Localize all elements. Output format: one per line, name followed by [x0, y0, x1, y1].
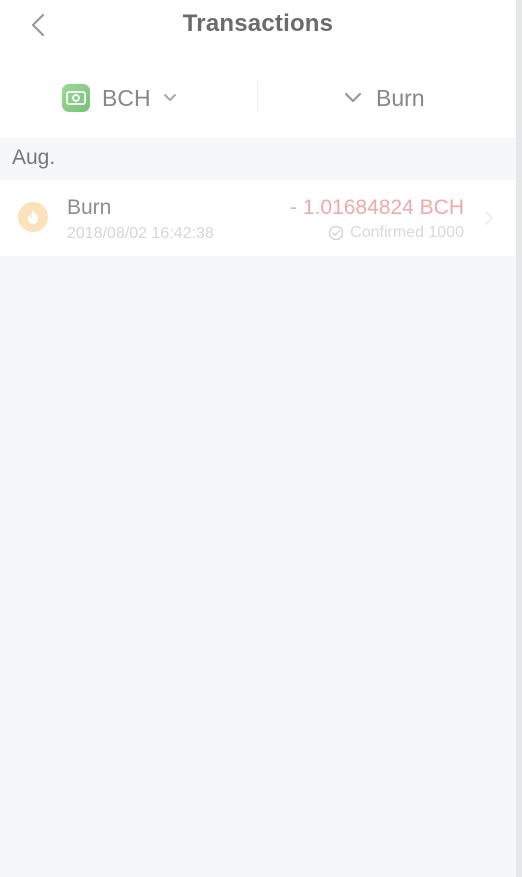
chevron-down-icon: [344, 92, 362, 103]
transaction-status-label: Confirmed 1000: [350, 224, 464, 241]
check-circle-icon: [328, 225, 344, 241]
transaction-type: Burn: [67, 196, 112, 219]
type-filter-dropdown[interactable]: Burn: [344, 78, 425, 118]
transaction-row[interactable]: Burn 2018/08/02 16:42:38 - 1.01684824 BC…: [0, 180, 516, 256]
month-section-header: Aug.: [12, 146, 56, 169]
coin-filter-label: BCH: [102, 84, 151, 111]
coin-icon: [62, 84, 90, 112]
transaction-status: Confirmed 1000: [328, 224, 464, 242]
type-filter-label: Burn: [376, 84, 425, 111]
flame-icon: [18, 202, 48, 232]
page-title: Transactions: [182, 10, 334, 37]
filter-divider: [257, 82, 258, 112]
transaction-amount: - 1.01684824 BCH: [290, 196, 464, 219]
transaction-datetime: 2018/08/02 16:42:38: [67, 225, 214, 242]
top-bar: Transactions BCH Burn: [0, 0, 516, 138]
chevron-down-icon: [163, 94, 176, 101]
right-edge-strip: [516, 0, 522, 877]
coin-filter-dropdown[interactable]: BCH: [62, 78, 177, 118]
chevron-right-icon: [485, 211, 493, 225]
filter-bar: BCH Burn: [0, 78, 516, 118]
